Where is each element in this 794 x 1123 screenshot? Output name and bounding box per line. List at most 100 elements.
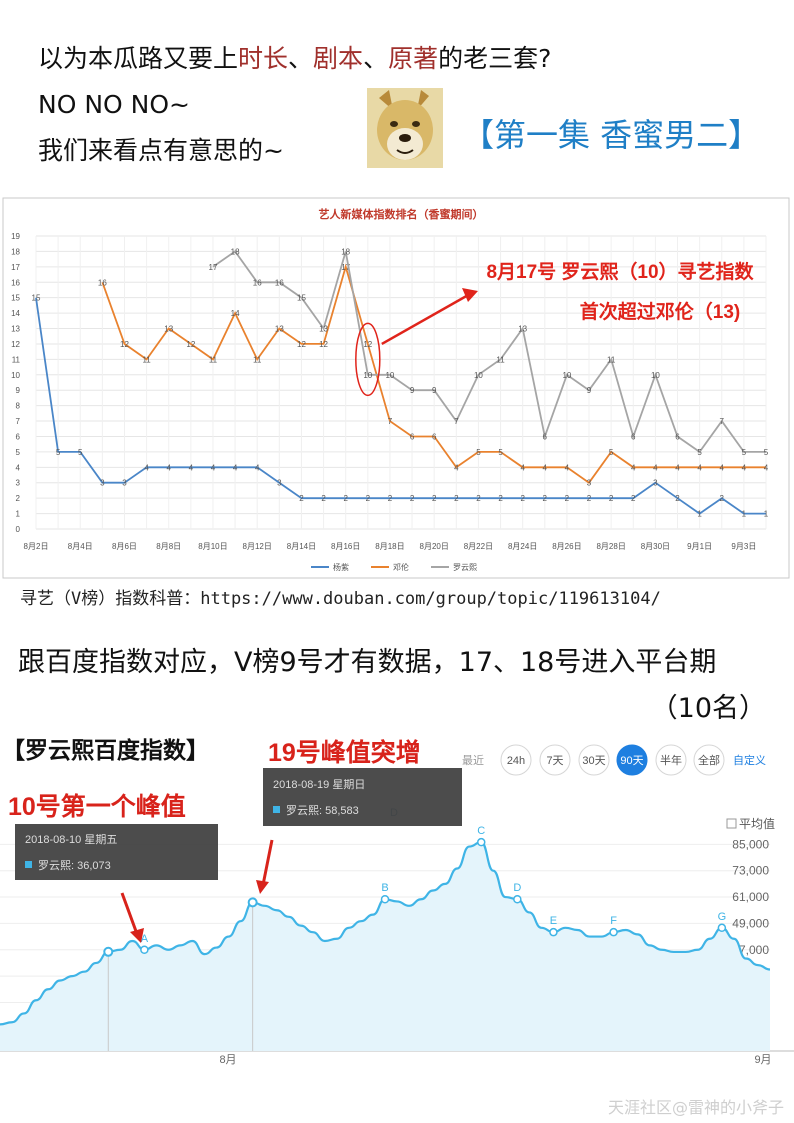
data-label: 4 [764,463,769,472]
data-label: 4 [543,463,548,472]
data-label: 5 [498,448,503,457]
x-tick-label: 8月10日 [198,542,227,551]
custom-range-link[interactable]: 自定义 [733,753,766,767]
data-label: 4 [697,463,702,472]
reference-url-line: 寻艺（V榜）指数科普：https://www.douban.com/group/… [20,589,661,609]
selected-point [247,897,258,908]
highlight-novel: 原著 [388,44,439,73]
y-tick-label: 19 [11,232,20,241]
range-button-label[interactable]: 全部 [698,753,720,767]
data-label: 14 [231,309,240,318]
chart-frame [2,197,790,579]
x-tick-label: 8月16日 [331,542,360,551]
data-label: 13 [164,325,173,334]
annotation-line-2: 首次超过邓伦（13) [580,300,740,323]
data-label: 12 [186,340,195,349]
point-label: D [513,882,521,894]
baidu-title: 【罗云熙百度指数】 [2,737,209,763]
data-label: 6 [675,432,680,441]
data-label: 18 [231,247,240,256]
average-checkbox[interactable] [726,818,737,829]
x-tick-label: 8月18日 [375,542,404,551]
range-button-label[interactable]: 7天 [546,755,563,767]
intro-text: 的老三套? [438,44,552,73]
data-label: 4 [742,463,747,472]
tooltip-10-value: 罗云熙: 36,073 [38,859,111,872]
data-label: 4 [565,463,570,472]
data-label: 9 [410,386,415,395]
x-tick-label: 8月6日 [112,542,137,551]
tooltip-19-date: 2018-08-19 星期日 [273,778,365,791]
x-tick-label: 8月8日 [156,542,181,551]
y-tick-label: 13 [11,325,20,334]
data-label: 12 [363,340,372,349]
annotation-line-1: 8月17号 罗云熙（10）寻艺指数 [486,260,754,283]
x-tick-label: 8月 [219,1054,236,1066]
doge-meme-image [367,88,443,168]
data-label: 5 [56,448,61,457]
point-label: C [477,825,485,837]
x-tick-label: 9月3日 [731,542,756,551]
data-label: 12 [319,340,328,349]
data-label: 2 [631,494,636,503]
data-label: 7 [388,417,393,426]
data-label: 2 [565,494,570,503]
range-button-label[interactable]: 90天 [620,755,643,767]
data-label: 5 [609,448,614,457]
data-label: 3 [100,479,105,488]
point-label: B [381,882,388,894]
data-label: 13 [518,325,527,334]
data-label: 13 [319,325,328,334]
peak19-arrow-line [261,839,274,886]
data-label: 2 [410,494,415,503]
highlight-duration: 时长 [238,44,289,73]
section2-line-1: 跟百度指数对应，V榜9号才有数据，17、18号进入平台期 [18,647,717,678]
y-tick-label: 9 [16,386,21,395]
data-label: 12 [120,340,129,349]
data-label: 17 [209,263,218,272]
point-marker [513,894,522,904]
data-label: 1 [764,510,769,519]
y-tick-label: 15 [11,294,20,303]
data-label: 2 [321,494,326,503]
x-tick-label: 8月12日 [243,542,272,551]
intro-line-3: 我们来看点有意思的~ [38,136,284,165]
data-label: 15 [32,294,41,303]
y-tick-label: 17 [11,263,20,272]
data-label: 11 [496,355,505,364]
data-label: 2 [587,494,592,503]
data-label: 1 [697,510,702,519]
point-label: F [610,915,617,927]
range-button-label[interactable]: 半年 [660,753,682,767]
data-label: 9 [587,386,592,395]
data-label: 10 [474,371,483,380]
point-marker [380,894,390,904]
y-tick-label: 14 [11,309,20,318]
x-tick-label: 8月14日 [287,542,316,551]
intro-text: 以为本瓜路又要上 [38,44,239,73]
data-label: 3 [653,479,658,488]
separator: 、 [363,44,389,73]
point-marker [717,923,727,933]
y-tick-label: 8 [16,402,21,411]
episode-title: 【第一集 香蜜男二】 [462,116,761,154]
tooltip-19-swatch [273,806,280,813]
watermark: 天涯社区@雷神的小斧子 [607,1098,784,1117]
range-button-label[interactable]: 24h [507,755,525,767]
data-label: 2 [366,494,371,503]
data-label: 16 [98,278,107,287]
baidu-index-chart: 13,00025,00037,00049,00061,00073,00085,0… [0,737,794,1066]
data-label: 1 [742,510,747,519]
data-label: 4 [167,463,172,472]
range-button-label[interactable]: 30天 [582,755,605,767]
x-tick-label: 9月 [754,1054,771,1066]
x-tick-label: 8月24日 [508,542,537,551]
data-label: 4 [211,463,216,472]
data-label: 2 [720,494,725,503]
data-label: 10 [385,371,394,380]
tooltip-19-value: 罗云熙: 58,583 [286,804,359,817]
data-label: 6 [631,432,636,441]
y-tick-label: 3 [16,479,21,488]
data-label: 6 [543,432,548,441]
x-tick-label: 8月28日 [596,542,625,551]
